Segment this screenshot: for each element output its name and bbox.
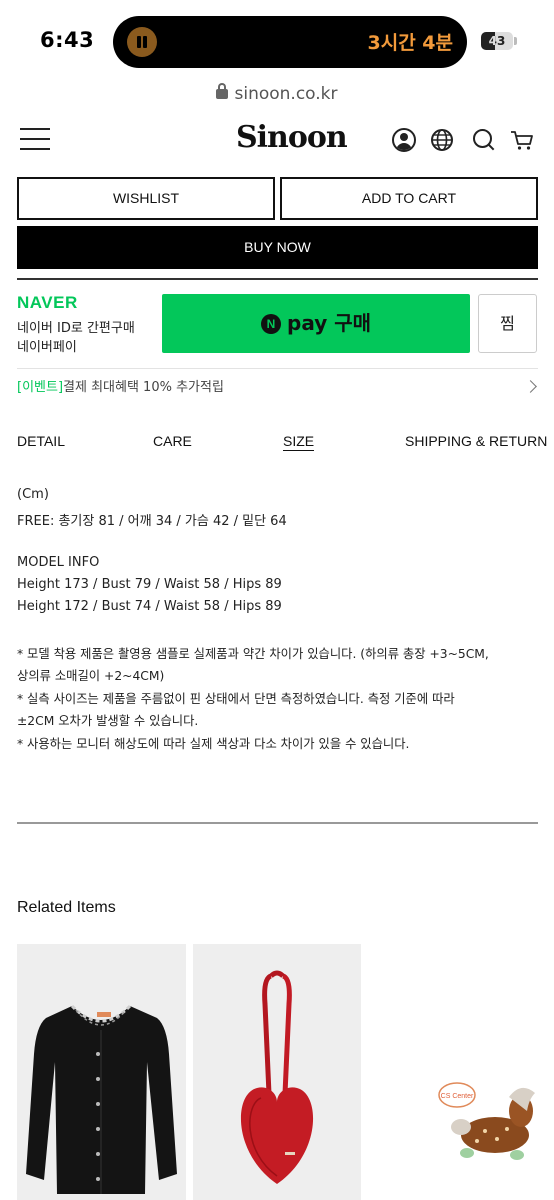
timer-text: 3시간 4분: [367, 32, 454, 54]
related-items-title: Related Items: [17, 899, 116, 916]
battery-icon: 43: [481, 32, 513, 50]
site-header: Sinoon: [0, 112, 554, 168]
note-1b: 상의류 소매길이 +2~4CM): [17, 669, 165, 683]
cardigan-image: [26, 1004, 177, 1194]
dynamic-island[interactable]: 3시간 4분: [113, 16, 467, 68]
pause-icon[interactable]: [127, 27, 157, 57]
naver-n-icon: N: [261, 314, 281, 334]
tab-care[interactable]: CARE: [153, 433, 192, 449]
naver-desc-1: 네이버 ID로 간편구매: [17, 321, 135, 336]
related-item-card[interactable]: [193, 944, 361, 1200]
note-3: * 사용하는 모니터 해상도에 따라 실제 색상과 다소 차이가 있을 수 있습…: [17, 737, 410, 751]
note-2a: * 실측 사이즈는 제품을 주름없이 핀 상태에서 단면 측정하였습니다. 측정…: [17, 692, 455, 706]
model-info-2: Height 172 / Bust 74 / Waist 58 / Hips 8…: [17, 599, 282, 614]
related-item-card[interactable]: [17, 944, 186, 1200]
url-bar[interactable]: sinoon.co.kr: [0, 83, 554, 108]
event-tag: [이벤트]: [17, 380, 64, 395]
divider: [17, 278, 538, 280]
tab-shipping-return[interactable]: SHIPPING & RETURN: [405, 433, 547, 449]
divider: [17, 368, 538, 369]
naver-event-link[interactable]: [이벤트]결제 최대혜택 10% 추가적립: [17, 376, 224, 395]
url-text: sinoon.co.kr: [234, 84, 338, 104]
add-to-cart-button[interactable]: ADD TO CART: [280, 177, 538, 220]
naver-logo: NAVER: [17, 293, 78, 312]
site-logo[interactable]: Sinoon: [236, 120, 348, 155]
naver-desc-2: 네이버페이: [17, 340, 77, 355]
search-icon[interactable]: [472, 128, 496, 152]
naver-pay-label: pay 구매: [287, 311, 371, 335]
menu-icon[interactable]: [20, 128, 50, 150]
naver-pay-button[interactable]: Npay 구매: [162, 294, 470, 353]
cs-center-widget[interactable]: CS Center: [437, 1075, 541, 1167]
cart-icon[interactable]: [510, 128, 534, 152]
lock-icon: [216, 83, 229, 99]
event-text: 결제 최대혜택 10% 추가적립: [63, 380, 224, 395]
buy-now-button[interactable]: BUY NOW: [17, 226, 538, 269]
size-unit: (Cm): [17, 487, 49, 502]
battery-tip: [514, 37, 517, 45]
divider: [17, 822, 538, 824]
tab-detail[interactable]: DETAIL: [17, 433, 65, 449]
heart-pouch-image: [240, 970, 314, 1184]
size-free: FREE: 총기장 81 / 어깨 34 / 가슴 42 / 밑단 64: [17, 514, 287, 529]
naver-jjim-button[interactable]: 찜: [478, 294, 537, 353]
model-info-title: MODEL INFO: [17, 555, 100, 570]
status-time: 6:43: [40, 28, 95, 52]
note-1a: * 모델 착용 제품은 촬영용 샘플로 실제품과 약간 차이가 있습니다. (하…: [17, 647, 489, 661]
cs-center-label: CS Center: [441, 1093, 474, 1100]
chevron-right-icon[interactable]: [524, 380, 537, 393]
battery-percent: 43: [488, 34, 506, 48]
wishlist-button[interactable]: WISHLIST: [17, 177, 275, 220]
tab-size[interactable]: SIZE: [283, 433, 315, 451]
status-bar: 6:43 3시간 4분 43: [0, 0, 554, 80]
user-icon[interactable]: [392, 128, 416, 152]
globe-icon[interactable]: [430, 128, 454, 152]
horse-mascot-icon: CS Center: [438, 1082, 535, 1160]
note-2b: ±2CM 오차가 발생할 수 있습니다.: [17, 714, 199, 728]
model-info-1: Height 173 / Bust 79 / Waist 58 / Hips 8…: [17, 577, 282, 592]
